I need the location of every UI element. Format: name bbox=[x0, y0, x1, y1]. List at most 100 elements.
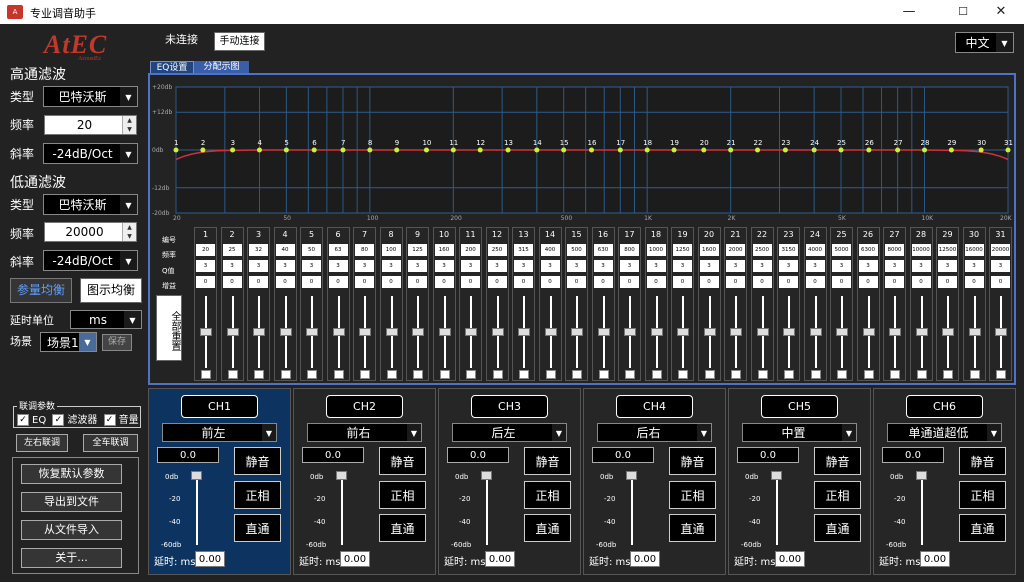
band-gain-slider-thumb[interactable] bbox=[279, 328, 292, 336]
band-q-field[interactable]: 3 bbox=[885, 260, 904, 272]
volume-slider-thumb[interactable] bbox=[481, 471, 492, 480]
band-bypass-checkbox[interactable] bbox=[651, 370, 662, 379]
band-bypass-checkbox[interactable] bbox=[837, 370, 847, 379]
band-gain-slider-thumb[interactable] bbox=[942, 328, 954, 336]
band-q-field[interactable]: 3 bbox=[620, 260, 639, 272]
band-freq-field[interactable]: 50 bbox=[302, 244, 321, 256]
lowpass-freq-input[interactable]: 20000 ▲ ▼ bbox=[44, 222, 137, 242]
band-gain-field[interactable]: 0 bbox=[938, 276, 957, 288]
band-freq-field[interactable]: 1600 bbox=[699, 244, 719, 256]
band-q-field[interactable]: 3 bbox=[328, 260, 348, 272]
band-gain-slider-thumb[interactable] bbox=[412, 328, 424, 336]
band-freq-field[interactable]: 500 bbox=[567, 244, 586, 256]
delay-field[interactable]: 0.00 bbox=[630, 551, 660, 567]
band-freq-field[interactable]: 2000 bbox=[726, 244, 745, 256]
close-button[interactable]: ✕ bbox=[978, 0, 1024, 24]
band-gain-slider-thumb[interactable] bbox=[438, 328, 451, 336]
mute-button[interactable]: 静音 bbox=[234, 447, 281, 475]
band-freq-field[interactable]: 4000 bbox=[805, 244, 825, 256]
minimize-button[interactable]: — bbox=[886, 0, 932, 24]
about-button[interactable]: 关于... bbox=[21, 548, 122, 568]
band-q-field[interactable]: 3 bbox=[673, 260, 692, 272]
band-gain-slider-thumb[interactable] bbox=[359, 328, 371, 336]
eq-response-graph[interactable]: +20db+12db0db-12db-20db20 50 100 200 500 1K 2K… bbox=[150, 75, 1014, 221]
channel-volume-field[interactable]: 0.0 bbox=[157, 447, 219, 463]
band-freq-field[interactable]: 6300 bbox=[858, 244, 878, 256]
channel-panel[interactable]: CH1 前左 ▼ 0.0 0db -20 -40 -60db 静音 正相 直通 延时: ms 0.00 bbox=[148, 388, 291, 575]
band-gain-field[interactable]: 0 bbox=[328, 276, 348, 288]
band-bypass-checkbox[interactable] bbox=[598, 370, 609, 379]
bypass-button[interactable]: 直通 bbox=[814, 514, 861, 542]
band-gain-slider-thumb[interactable] bbox=[677, 328, 689, 336]
band-gain-field[interactable]: 0 bbox=[752, 276, 772, 288]
band-gain-field[interactable]: 0 bbox=[726, 276, 745, 288]
band-gain-field[interactable]: 0 bbox=[832, 276, 851, 288]
band-freq-field[interactable]: 3150 bbox=[779, 244, 798, 256]
band-bypass-checkbox[interactable] bbox=[439, 370, 450, 379]
band-gain-field[interactable]: 0 bbox=[885, 276, 904, 288]
band-gain-field[interactable]: 0 bbox=[805, 276, 825, 288]
delay-field[interactable]: 0.00 bbox=[775, 551, 805, 567]
bypass-button[interactable]: 直通 bbox=[959, 514, 1006, 542]
band-freq-field[interactable]: 2500 bbox=[752, 244, 772, 256]
phase-button[interactable]: 正相 bbox=[814, 481, 861, 509]
band-gain-slider-thumb[interactable] bbox=[889, 328, 901, 336]
band-gain-slider-thumb[interactable] bbox=[597, 328, 610, 336]
bypass-button[interactable]: 直通 bbox=[669, 514, 716, 542]
lr-link-button[interactable]: 左右联调 bbox=[16, 434, 68, 452]
band-q-field[interactable]: 3 bbox=[646, 260, 666, 272]
band-gain-field[interactable]: 0 bbox=[673, 276, 692, 288]
band-gain-field[interactable]: 0 bbox=[593, 276, 613, 288]
band-bypass-checkbox[interactable] bbox=[572, 370, 582, 379]
mute-button[interactable]: 静音 bbox=[814, 447, 861, 475]
band-bypass-checkbox[interactable] bbox=[280, 370, 291, 379]
band-q-field[interactable]: 3 bbox=[805, 260, 825, 272]
band-freq-field[interactable]: 25 bbox=[222, 244, 242, 256]
band-bypass-checkbox[interactable] bbox=[943, 370, 953, 379]
band-gain-slider-thumb[interactable] bbox=[862, 328, 875, 336]
mute-button[interactable]: 静音 bbox=[379, 447, 426, 475]
band-q-field[interactable]: 3 bbox=[408, 260, 427, 272]
delay-field[interactable]: 0.00 bbox=[485, 551, 515, 567]
band-gain-field[interactable]: 0 bbox=[355, 276, 374, 288]
band-q-field[interactable]: 3 bbox=[355, 260, 374, 272]
channel-position-select[interactable]: 后左 ▼ bbox=[452, 423, 567, 442]
band-gain-slider-thumb[interactable] bbox=[332, 328, 345, 336]
band-gain-field[interactable]: 0 bbox=[699, 276, 719, 288]
channel-name-button[interactable]: CH1 bbox=[181, 395, 258, 418]
band-q-field[interactable]: 3 bbox=[249, 260, 268, 272]
band-freq-field[interactable]: 800 bbox=[620, 244, 639, 256]
manual-connect-button[interactable]: 手动连接 bbox=[214, 32, 265, 51]
channel-name-button[interactable]: CH2 bbox=[326, 395, 403, 418]
band-bypass-checkbox[interactable] bbox=[996, 370, 1006, 379]
band-gain-field[interactable]: 0 bbox=[434, 276, 454, 288]
band-gain-slider-thumb[interactable] bbox=[968, 328, 981, 336]
band-gain-slider-thumb[interactable] bbox=[624, 328, 636, 336]
band-q-field[interactable]: 3 bbox=[593, 260, 613, 272]
volume-slider-track[interactable] bbox=[486, 475, 488, 545]
lowpass-type-select[interactable]: 巴特沃斯 ▼ bbox=[43, 194, 138, 215]
band-freq-field[interactable]: 16000 bbox=[964, 244, 984, 256]
band-q-field[interactable]: 3 bbox=[938, 260, 957, 272]
band-q-field[interactable]: 3 bbox=[487, 260, 507, 272]
channel-panel[interactable]: CH4 后右 ▼ 0.0 0db -20 -40 -60db 静音 正相 直通 延时: ms 0.00 bbox=[583, 388, 726, 575]
band-gain-slider-thumb[interactable] bbox=[703, 328, 716, 336]
band-bypass-checkbox[interactable] bbox=[704, 370, 715, 379]
band-bypass-checkbox[interactable] bbox=[678, 370, 688, 379]
volume-slider-track[interactable] bbox=[776, 475, 778, 545]
band-gain-field[interactable]: 0 bbox=[858, 276, 878, 288]
volume-slider-track[interactable] bbox=[921, 475, 923, 545]
volume-slider-thumb[interactable] bbox=[336, 471, 347, 480]
volume-slider-thumb[interactable] bbox=[191, 471, 202, 480]
channel-position-select[interactable]: 后右 ▼ bbox=[597, 423, 712, 442]
bypass-button[interactable]: 直通 bbox=[379, 514, 426, 542]
band-gain-field[interactable]: 0 bbox=[911, 276, 931, 288]
band-freq-field[interactable]: 8000 bbox=[885, 244, 904, 256]
highpass-freq-input[interactable]: 20 ▲ ▼ bbox=[44, 115, 137, 135]
band-gain-slider-thumb[interactable] bbox=[809, 328, 822, 336]
band-gain-field[interactable]: 0 bbox=[196, 276, 215, 288]
phase-button[interactable]: 正相 bbox=[234, 481, 281, 509]
band-gain-field[interactable]: 0 bbox=[540, 276, 560, 288]
delay-field[interactable]: 0.00 bbox=[920, 551, 950, 567]
volume-slider-track[interactable] bbox=[631, 475, 633, 545]
